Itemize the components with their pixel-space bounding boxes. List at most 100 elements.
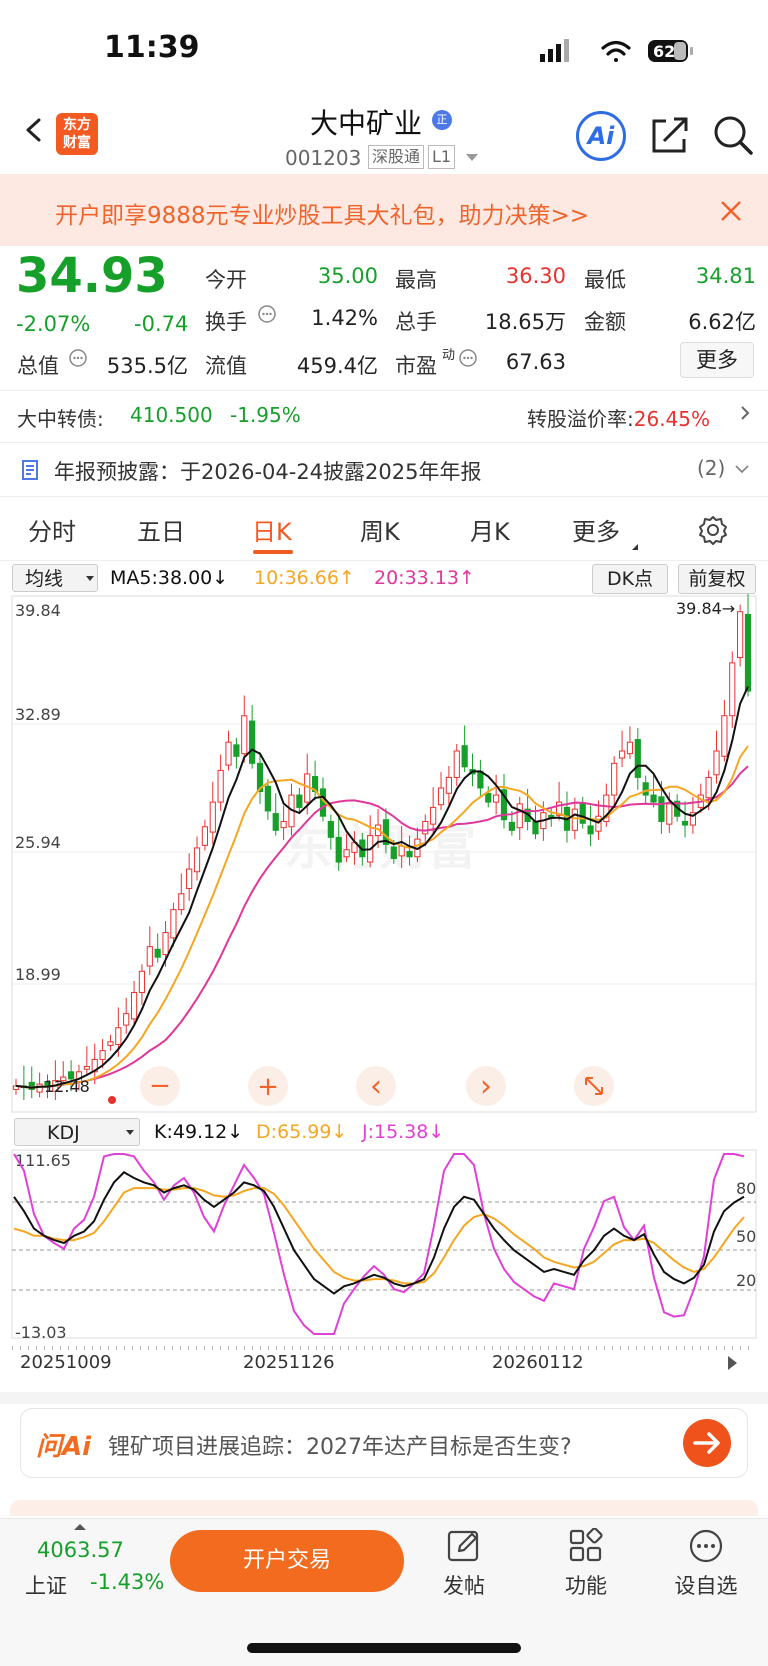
candle bbox=[170, 909, 177, 939]
add-watchlist-button[interactable]: 设自选 bbox=[666, 1570, 746, 1600]
tab-intraday[interactable]: 分时 bbox=[28, 512, 76, 547]
battery-icon: 62 bbox=[648, 40, 693, 62]
candle bbox=[437, 787, 445, 806]
candle bbox=[532, 821, 539, 835]
arrow-right-icon[interactable] bbox=[682, 1418, 732, 1468]
gear-icon[interactable] bbox=[697, 514, 729, 546]
ai-button[interactable]: Ai bbox=[576, 111, 626, 161]
j-label: J:15.38↓ bbox=[362, 1121, 445, 1143]
announcement-count[interactable]: (2) bbox=[697, 456, 725, 480]
bond-label[interactable]: 大中转债: bbox=[17, 403, 104, 432]
info-icon[interactable] bbox=[458, 348, 478, 368]
divider bbox=[0, 390, 768, 391]
scroll-right-button[interactable]: › bbox=[466, 1066, 506, 1106]
close-icon[interactable] bbox=[720, 200, 742, 222]
candle bbox=[343, 849, 350, 858]
high-label: 最高 bbox=[395, 268, 437, 292]
tag-level[interactable]: L1 bbox=[428, 145, 456, 169]
tab-more[interactable]: 更多 bbox=[572, 512, 620, 547]
candle bbox=[406, 850, 413, 858]
candle bbox=[453, 750, 460, 778]
high-value: 36.30 bbox=[505, 264, 566, 288]
zoom-in-button[interactable]: + bbox=[248, 1066, 288, 1106]
candle bbox=[508, 821, 515, 831]
tab-weekly-k[interactable]: 周K bbox=[360, 512, 400, 547]
candle bbox=[713, 750, 720, 776]
index-name[interactable]: 上证 bbox=[25, 1570, 67, 1600]
edit-icon[interactable] bbox=[446, 1528, 482, 1564]
index-value[interactable]: 4063.57 bbox=[37, 1538, 124, 1562]
more-button[interactable]: 更多 bbox=[680, 342, 754, 378]
expand-icon[interactable] bbox=[574, 1066, 614, 1106]
function-button[interactable]: 功能 bbox=[546, 1570, 626, 1600]
candle bbox=[579, 803, 586, 824]
candle bbox=[193, 847, 201, 873]
adjust-button[interactable]: 前复权 bbox=[678, 564, 756, 594]
tag-connect: 深股通 bbox=[368, 145, 425, 169]
promo-text[interactable]: 开户即享9888元专业炒股工具大礼包，助力决策>> bbox=[55, 196, 589, 230]
kdj-chart[interactable]: 111.65 -13.03 80 50 20 bbox=[0, 1148, 768, 1348]
candle bbox=[335, 836, 342, 863]
y-tick: 32.89 bbox=[15, 705, 61, 724]
dk-point-button[interactable]: DK点 bbox=[592, 564, 668, 594]
divider bbox=[0, 560, 768, 561]
share-icon[interactable] bbox=[650, 115, 690, 155]
post-button[interactable]: 发帖 bbox=[424, 1570, 504, 1600]
candle bbox=[186, 868, 193, 889]
chevron-down-icon[interactable] bbox=[466, 154, 478, 161]
wifi-icon bbox=[601, 40, 631, 62]
open-account-button[interactable]: 开户交易 bbox=[170, 1530, 404, 1592]
back-icon[interactable] bbox=[22, 118, 46, 142]
search-icon[interactable] bbox=[712, 114, 754, 156]
candle bbox=[626, 741, 634, 755]
candle bbox=[138, 970, 146, 993]
bond-pct[interactable]: -1.95% bbox=[230, 403, 301, 427]
turnover-label: 换手 bbox=[205, 310, 247, 334]
candle bbox=[264, 785, 271, 812]
zoom-out-button[interactable]: − bbox=[140, 1066, 180, 1106]
section-gap bbox=[0, 1392, 768, 1404]
candle bbox=[493, 794, 500, 803]
bond-value[interactable]: 410.500 bbox=[130, 403, 213, 427]
change-percent: -2.07% bbox=[16, 312, 91, 336]
svg-text:›: › bbox=[480, 1069, 492, 1104]
k-label: K:49.12↓ bbox=[154, 1121, 244, 1143]
status-icons: 62 bbox=[540, 39, 693, 62]
tab-monthly-k[interactable]: 月K bbox=[470, 512, 510, 547]
candle bbox=[666, 803, 673, 825]
more-dots-icon[interactable] bbox=[688, 1528, 724, 1564]
candle bbox=[83, 1066, 90, 1070]
y-tick: -13.03 bbox=[15, 1323, 67, 1342]
candle bbox=[390, 846, 397, 860]
candle bbox=[721, 715, 728, 757]
chevron-down-icon[interactable] bbox=[735, 464, 749, 474]
low-value: 34.81 bbox=[695, 264, 756, 288]
ask-ai-text[interactable]: 锂矿项目进展追踪：2027年达产目标是否生变? bbox=[108, 1429, 572, 1461]
corner-triangle-icon bbox=[632, 538, 638, 550]
max-price-label: 39.84→ bbox=[676, 599, 735, 618]
info-icon[interactable] bbox=[68, 348, 88, 368]
announcement-text[interactable]: 年报预披露：于2026-04-24披露2025年年报 bbox=[54, 456, 481, 486]
home-indicator bbox=[247, 1643, 521, 1653]
kdj-select[interactable]: KDJ bbox=[14, 1118, 140, 1146]
chevron-right-icon[interactable] bbox=[738, 406, 752, 420]
last-price: 34.93 bbox=[16, 248, 168, 304]
info-icon[interactable] bbox=[257, 304, 277, 324]
play-icon[interactable] bbox=[728, 1356, 737, 1370]
tab-daily-k[interactable]: 日K bbox=[252, 512, 292, 547]
candle bbox=[516, 803, 523, 829]
scroll-left-button[interactable]: ‹ bbox=[356, 1066, 396, 1106]
grid-icon[interactable] bbox=[568, 1528, 604, 1564]
candle bbox=[445, 776, 453, 794]
candle bbox=[611, 762, 618, 796]
candle bbox=[123, 1013, 130, 1026]
tab-five-day[interactable]: 五日 bbox=[137, 512, 185, 547]
candle bbox=[115, 1027, 122, 1045]
status-time: 11:39 bbox=[104, 30, 200, 65]
index-pct[interactable]: -1.43% bbox=[90, 1570, 164, 1594]
app-logo: 东方 财富 bbox=[56, 113, 98, 155]
candle bbox=[162, 932, 169, 956]
candlestick-chart[interactable]: 东方财富 39.84 32.89 25.94 18.99 39.84→ 12.4… bbox=[0, 594, 768, 1114]
caret-up-icon[interactable] bbox=[74, 1524, 86, 1530]
premium-rate[interactable]: 转股溢价率:26.45% bbox=[527, 403, 710, 432]
